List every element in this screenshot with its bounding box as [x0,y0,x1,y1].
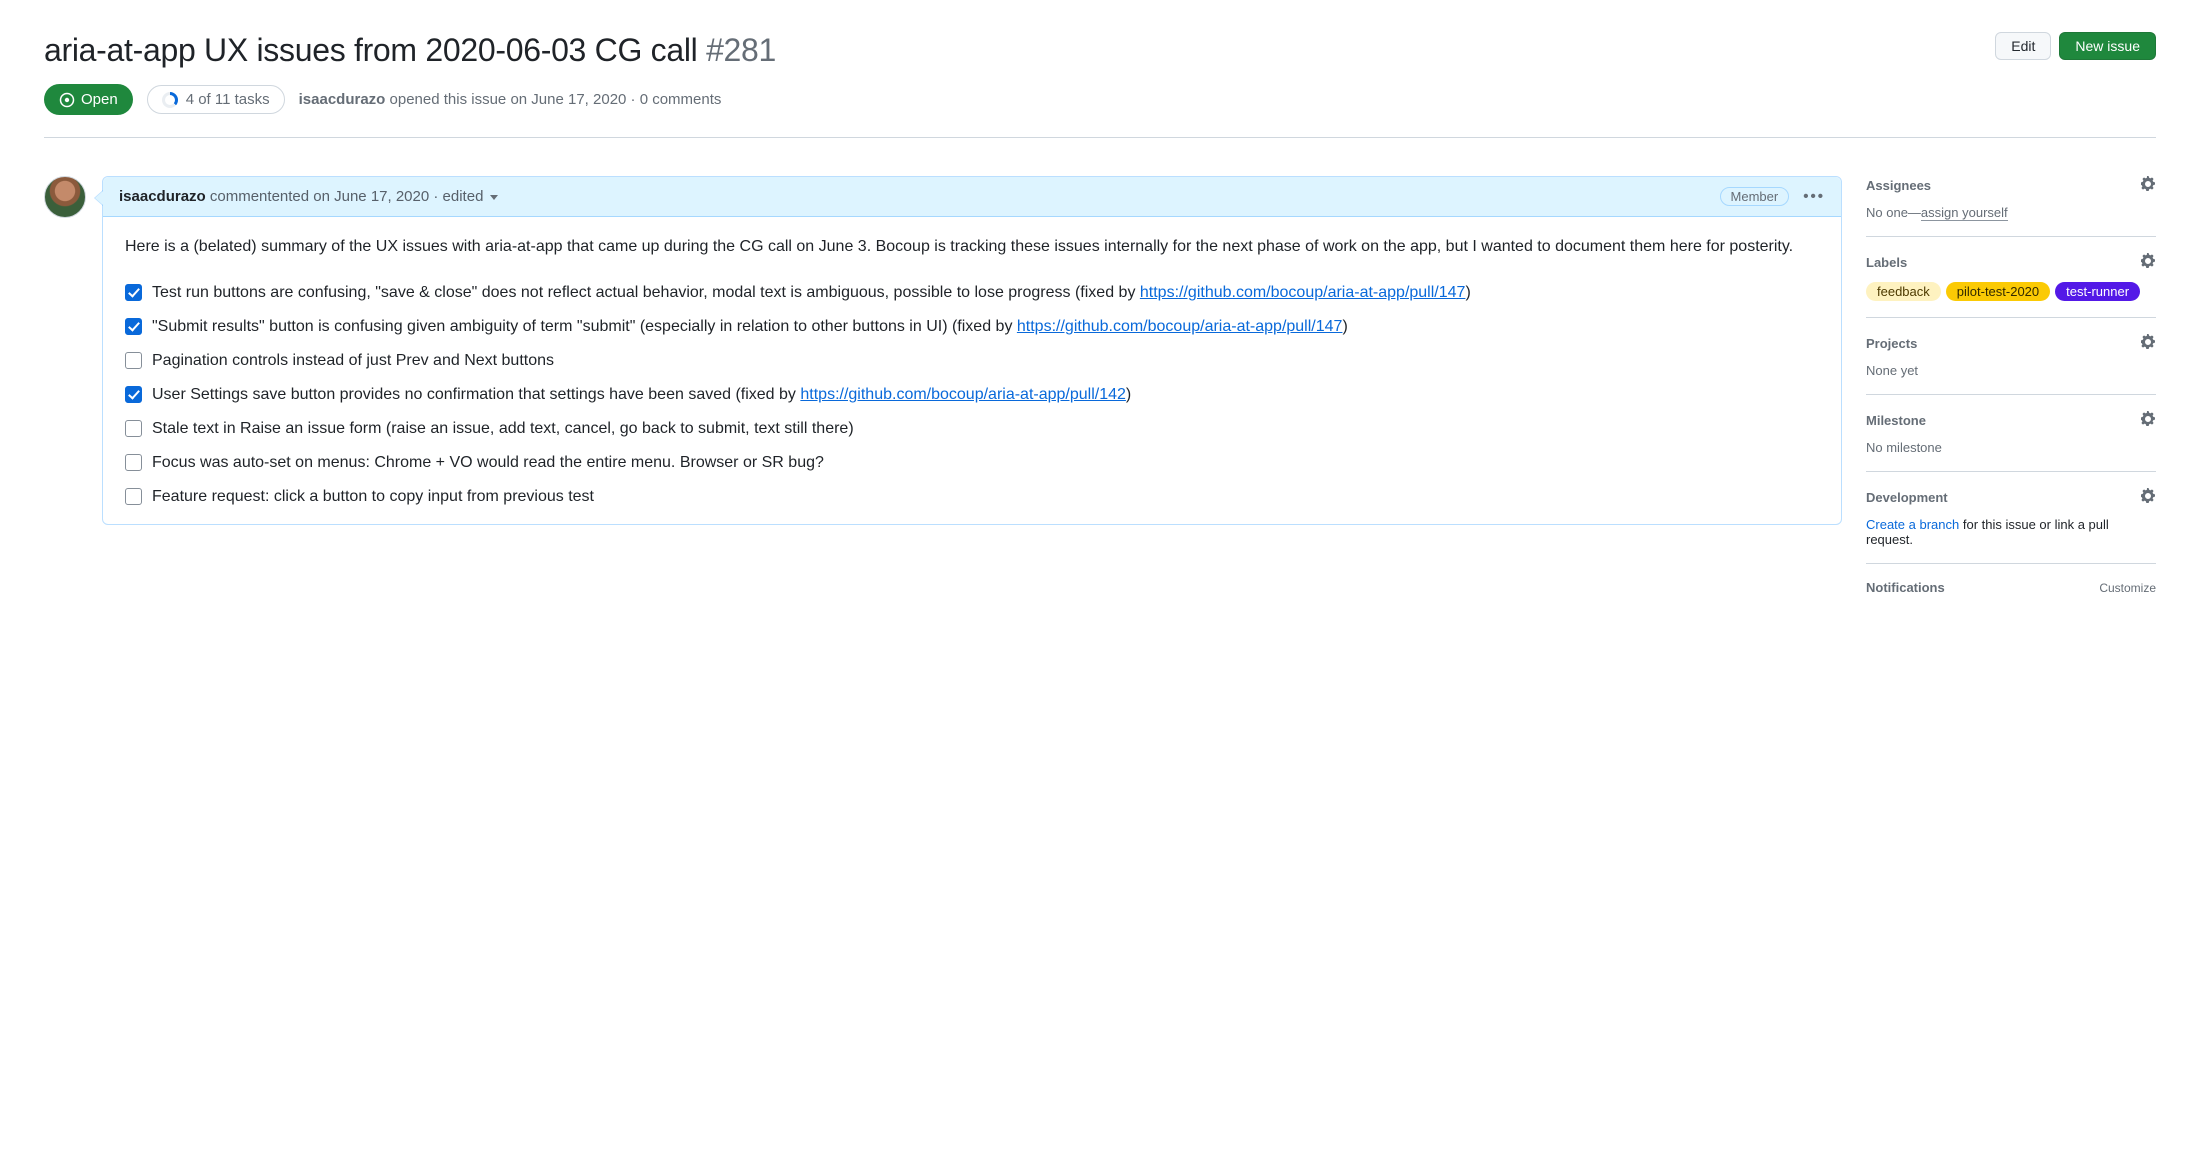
labels-heading[interactable]: Labels [1866,255,1907,270]
task-item: Pagination controls instead of just Prev… [125,344,1819,378]
task-link[interactable]: https://github.com/bocoup/aria-at-app/pu… [800,386,1126,403]
assign-yourself-link[interactable]: assign yourself [1921,205,2008,221]
role-badge: Member [1720,187,1790,206]
task-checkbox[interactable] [125,488,142,505]
task-item: Test run buttons are confusing, "save & … [125,276,1819,310]
gear-icon[interactable] [2140,488,2156,507]
edited-dropdown-icon[interactable] [490,195,498,200]
task-item: Feature request: click a button to copy … [125,480,1819,514]
tasks-progress-pill[interactable]: 4 of 11 tasks [147,85,285,114]
label-feedback[interactable]: feedback [1866,282,1941,301]
comment-actions-menu[interactable]: ••• [1803,188,1825,205]
progress-ring-icon [162,92,178,108]
create-branch-link[interactable]: Create a branch [1866,517,1959,532]
label-pilot-test-2020[interactable]: pilot-test-2020 [1946,282,2050,301]
task-text: User Settings save button provides no co… [152,383,1131,407]
task-link[interactable]: https://github.com/bocoup/aria-at-app/pu… [1017,318,1343,335]
task-text: Feature request: click a button to copy … [152,485,594,509]
task-item: Stale text in Raise an issue form (raise… [125,412,1819,446]
task-link[interactable]: https://github.com/bocoup/aria-at-app/pu… [1140,284,1466,301]
issue-number: #281 [706,32,776,68]
gear-icon[interactable] [2140,176,2156,195]
development-heading[interactable]: Development [1866,490,1948,505]
task-text: Stale text in Raise an issue form (raise… [152,417,854,441]
edit-button[interactable]: Edit [1995,32,2051,60]
comment-intro: Here is a (belated) summary of the UX is… [125,235,1819,260]
task-checkbox[interactable] [125,318,142,335]
comment: isaacdurazo commentented on June 17, 202… [102,176,1842,525]
task-item: "Submit results" button is confusing giv… [125,310,1819,344]
projects-heading[interactable]: Projects [1866,336,1917,351]
state-open-badge: Open [44,84,133,115]
task-checkbox[interactable] [125,420,142,437]
task-text: "Submit results" button is confusing giv… [152,315,1348,339]
milestone-body: No milestone [1866,440,2156,455]
task-text: Focus was auto-set on menus: Chrome + VO… [152,451,824,475]
notifications-heading: Notifications [1866,580,1945,595]
task-checkbox[interactable] [125,284,142,301]
issue-open-icon [59,92,75,108]
task-text: Pagination controls instead of just Prev… [152,349,554,373]
label-test-runner[interactable]: test-runner [2055,282,2140,301]
issue-title: aria-at-app UX issues from 2020-06-03 CG… [44,30,1979,70]
header-divider [44,137,2156,138]
new-issue-button[interactable]: New issue [2059,32,2156,60]
milestone-heading[interactable]: Milestone [1866,413,1926,428]
gear-icon[interactable] [2140,334,2156,353]
comment-author[interactable]: isaacdurazo [119,188,206,205]
projects-body: None yet [1866,363,2156,378]
assignees-heading[interactable]: Assignees [1866,178,1931,193]
avatar[interactable] [44,176,86,218]
task-item: User Settings save button provides no co… [125,378,1819,412]
author-link[interactable]: isaacdurazo [299,91,386,108]
task-text: Test run buttons are confusing, "save & … [152,281,1471,305]
task-checkbox[interactable] [125,454,142,471]
gear-icon[interactable] [2140,253,2156,272]
assignees-body: No one—assign yourself [1866,205,2156,220]
development-body: Create a branch for this issue or link a… [1866,517,2156,547]
customize-link[interactable]: Customize [2099,581,2156,595]
comment-caret-icon [94,190,103,206]
task-item: Focus was auto-set on menus: Chrome + VO… [125,446,1819,480]
task-checkbox[interactable] [125,386,142,403]
opened-by-line: isaacdurazo opened this issue on June 17… [299,91,722,108]
gear-icon[interactable] [2140,411,2156,430]
task-checkbox[interactable] [125,352,142,369]
